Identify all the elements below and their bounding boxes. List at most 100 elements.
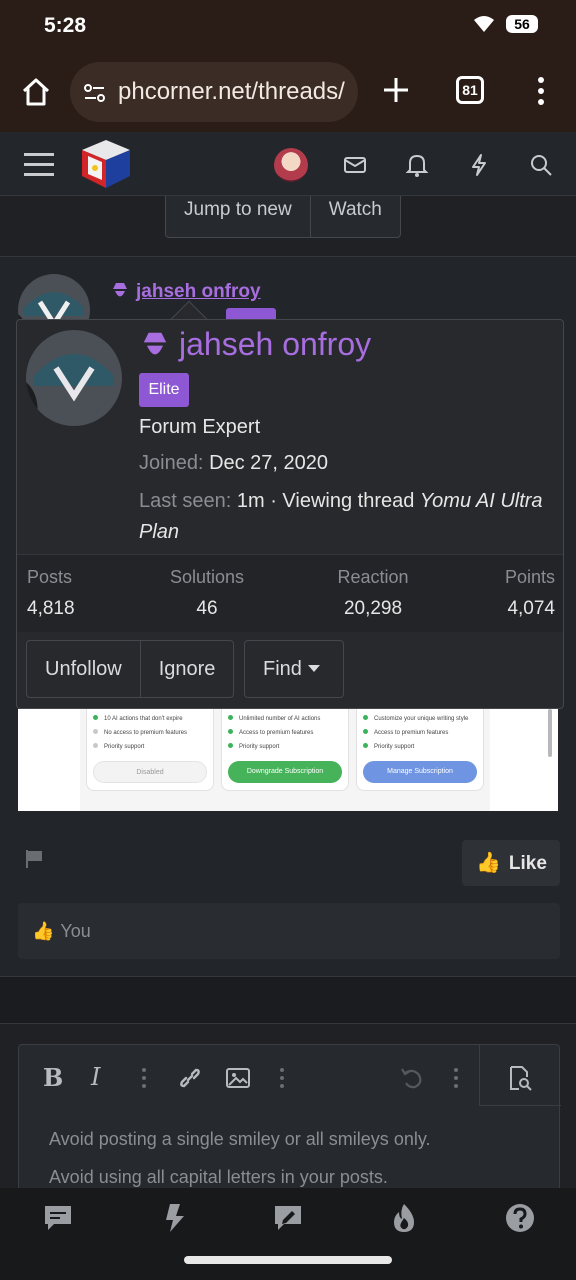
site-settings-icon[interactable] bbox=[82, 80, 108, 106]
stat-label: Points bbox=[504, 567, 555, 587]
battery-indicator: 56 bbox=[506, 15, 538, 33]
stat-reaction: Reaction 20,298 bbox=[333, 567, 413, 620]
member-name[interactable]: jahseh onfroy bbox=[139, 326, 371, 363]
more-options-icon[interactable] bbox=[131, 1065, 157, 1091]
bell-icon[interactable] bbox=[404, 152, 430, 178]
toolbar-divider bbox=[479, 1105, 561, 1106]
chevron-down-icon bbox=[307, 665, 320, 672]
spy-icon bbox=[143, 332, 167, 355]
member-title: Forum Expert bbox=[139, 416, 261, 438]
search-icon[interactable] bbox=[528, 152, 554, 178]
pricing-plans: 10 AI actions that don't expire No acces… bbox=[80, 709, 490, 811]
manage-subscription-button: Manage Subscription bbox=[363, 761, 477, 783]
member-joined: Joined: Dec 27, 2020 bbox=[139, 452, 328, 475]
wifi-icon bbox=[474, 16, 494, 32]
plan-feature: Access to premium features bbox=[363, 729, 448, 736]
lightning-icon[interactable] bbox=[466, 152, 492, 178]
follow-ignore-group: Unfollow Ignore bbox=[26, 640, 235, 698]
downgrade-subscription-button: Downgrade Subscription bbox=[228, 761, 342, 783]
plan-card-ultra: Customize your unique writing style Acce… bbox=[356, 709, 484, 791]
tab-switcher-button[interactable]: 81 bbox=[456, 76, 484, 104]
joined-value: Dec 27, 2020 bbox=[209, 452, 329, 474]
unfollow-button[interactable]: Unfollow bbox=[27, 641, 140, 697]
reacted-by: You bbox=[60, 921, 91, 941]
post-attachment-image[interactable]: 10 AI actions that don't expire No acces… bbox=[18, 709, 558, 811]
like-label: Like bbox=[508, 853, 547, 874]
editor-hint: Avoid using all capital letters in your … bbox=[49, 1167, 388, 1187]
compose-icon[interactable] bbox=[272, 1202, 304, 1234]
status-time: 5:28 bbox=[44, 14, 87, 37]
plan-feature: Customize your unique writing style bbox=[363, 715, 468, 722]
stat-label: Solutions bbox=[169, 567, 245, 587]
member-avatar[interactable] bbox=[26, 330, 122, 426]
thumbs-up-icon: 👍 bbox=[32, 921, 55, 941]
hamburger-menu-icon[interactable] bbox=[24, 152, 54, 178]
browser-menu-icon[interactable] bbox=[536, 76, 546, 106]
member-badge: Elite bbox=[139, 373, 189, 407]
report-flag-icon[interactable] bbox=[24, 848, 46, 870]
toolbar-divider bbox=[479, 1045, 480, 1105]
post-author-name[interactable]: jahseh onfroy bbox=[110, 280, 261, 303]
url-text: phcorner.net/threads/ bbox=[118, 78, 345, 105]
thread-action-group: Jump to new Watch bbox=[165, 196, 401, 238]
watch-button[interactable]: Watch bbox=[309, 196, 400, 237]
plan-feature: Priority support bbox=[93, 743, 144, 750]
plan-feature: Unlimited number of AI actions bbox=[228, 715, 320, 722]
member-actions: Unfollow Ignore Find bbox=[17, 632, 563, 708]
post-author-name-text: jahseh onfroy bbox=[136, 281, 261, 302]
home-indicator[interactable] bbox=[184, 1256, 392, 1264]
inbox-icon[interactable] bbox=[342, 152, 368, 178]
stat-solutions: Solutions 46 bbox=[167, 567, 247, 620]
embed-scrollbar bbox=[548, 709, 552, 757]
undo-icon[interactable] bbox=[399, 1065, 425, 1091]
stat-label: Posts bbox=[27, 567, 73, 587]
plan-feature: No access to premium features bbox=[93, 729, 187, 736]
member-stats: Posts 4,818 Solutions 46 Reaction 20,298… bbox=[17, 554, 563, 632]
ignore-button[interactable]: Ignore bbox=[139, 641, 234, 697]
member-last-seen: Last seen: 1m · Viewing thread Yomu AI U… bbox=[139, 486, 559, 548]
bold-icon[interactable]: B bbox=[43, 1063, 63, 1092]
find-label: Find bbox=[263, 658, 302, 680]
member-name-text: jahseh onfroy bbox=[179, 326, 372, 362]
user-avatar[interactable] bbox=[274, 148, 308, 182]
stat-value: 4,074 bbox=[507, 598, 555, 619]
reply-editor[interactable]: B I Avoid posting a single smiley or all… bbox=[18, 1044, 561, 1204]
site-logo[interactable] bbox=[78, 136, 134, 192]
plan-card-standard: Unlimited number of AI actions Access to… bbox=[221, 709, 349, 791]
more-options-icon[interactable] bbox=[443, 1065, 469, 1091]
member-tooltip-card: jahseh onfroy Elite Forum Expert Joined:… bbox=[16, 319, 564, 709]
stat-points: Points 4,074 bbox=[505, 567, 555, 620]
like-button[interactable]: 👍 Like bbox=[462, 840, 560, 886]
stat-value: 4,818 bbox=[27, 598, 75, 619]
plan-disabled-button: Disabled bbox=[93, 761, 207, 783]
browser-toolbar: phcorner.net/threads/ 81 bbox=[0, 52, 576, 132]
address-bar[interactable]: phcorner.net/threads/ bbox=[70, 62, 358, 122]
home-icon[interactable] bbox=[20, 76, 52, 108]
new-tab-icon[interactable] bbox=[380, 74, 412, 106]
italic-icon[interactable]: I bbox=[91, 1063, 100, 1091]
image-icon[interactable] bbox=[225, 1065, 251, 1091]
chat-icon[interactable] bbox=[42, 1202, 74, 1234]
stat-posts: Posts 4,818 bbox=[27, 567, 75, 620]
reactions-summary[interactable]: 👍 You bbox=[18, 903, 560, 959]
section-divider bbox=[0, 976, 576, 1024]
jump-to-new-button[interactable]: Jump to new bbox=[166, 196, 310, 237]
bottom-navigation bbox=[0, 1188, 576, 1280]
thumbs-up-icon: 👍 bbox=[476, 852, 501, 874]
site-header bbox=[0, 132, 576, 196]
lightning-icon[interactable] bbox=[158, 1202, 190, 1234]
link-icon[interactable] bbox=[177, 1065, 203, 1091]
more-options-icon[interactable] bbox=[269, 1065, 295, 1091]
fire-icon[interactable] bbox=[388, 1202, 420, 1234]
status-icons: 56 bbox=[472, 14, 538, 34]
plan-feature: Access to premium features bbox=[228, 729, 313, 736]
help-icon[interactable] bbox=[504, 1202, 536, 1234]
plan-feature: Priority support bbox=[363, 743, 414, 750]
plan-card-free: 10 AI actions that don't expire No acces… bbox=[86, 709, 214, 791]
status-bar: 5:28 56 bbox=[0, 0, 576, 52]
spy-icon bbox=[113, 283, 127, 297]
preview-icon[interactable] bbox=[507, 1065, 533, 1091]
joined-label: Joined: bbox=[139, 452, 204, 474]
stat-value: 20,298 bbox=[343, 598, 403, 619]
find-dropdown-button[interactable]: Find bbox=[244, 640, 344, 698]
